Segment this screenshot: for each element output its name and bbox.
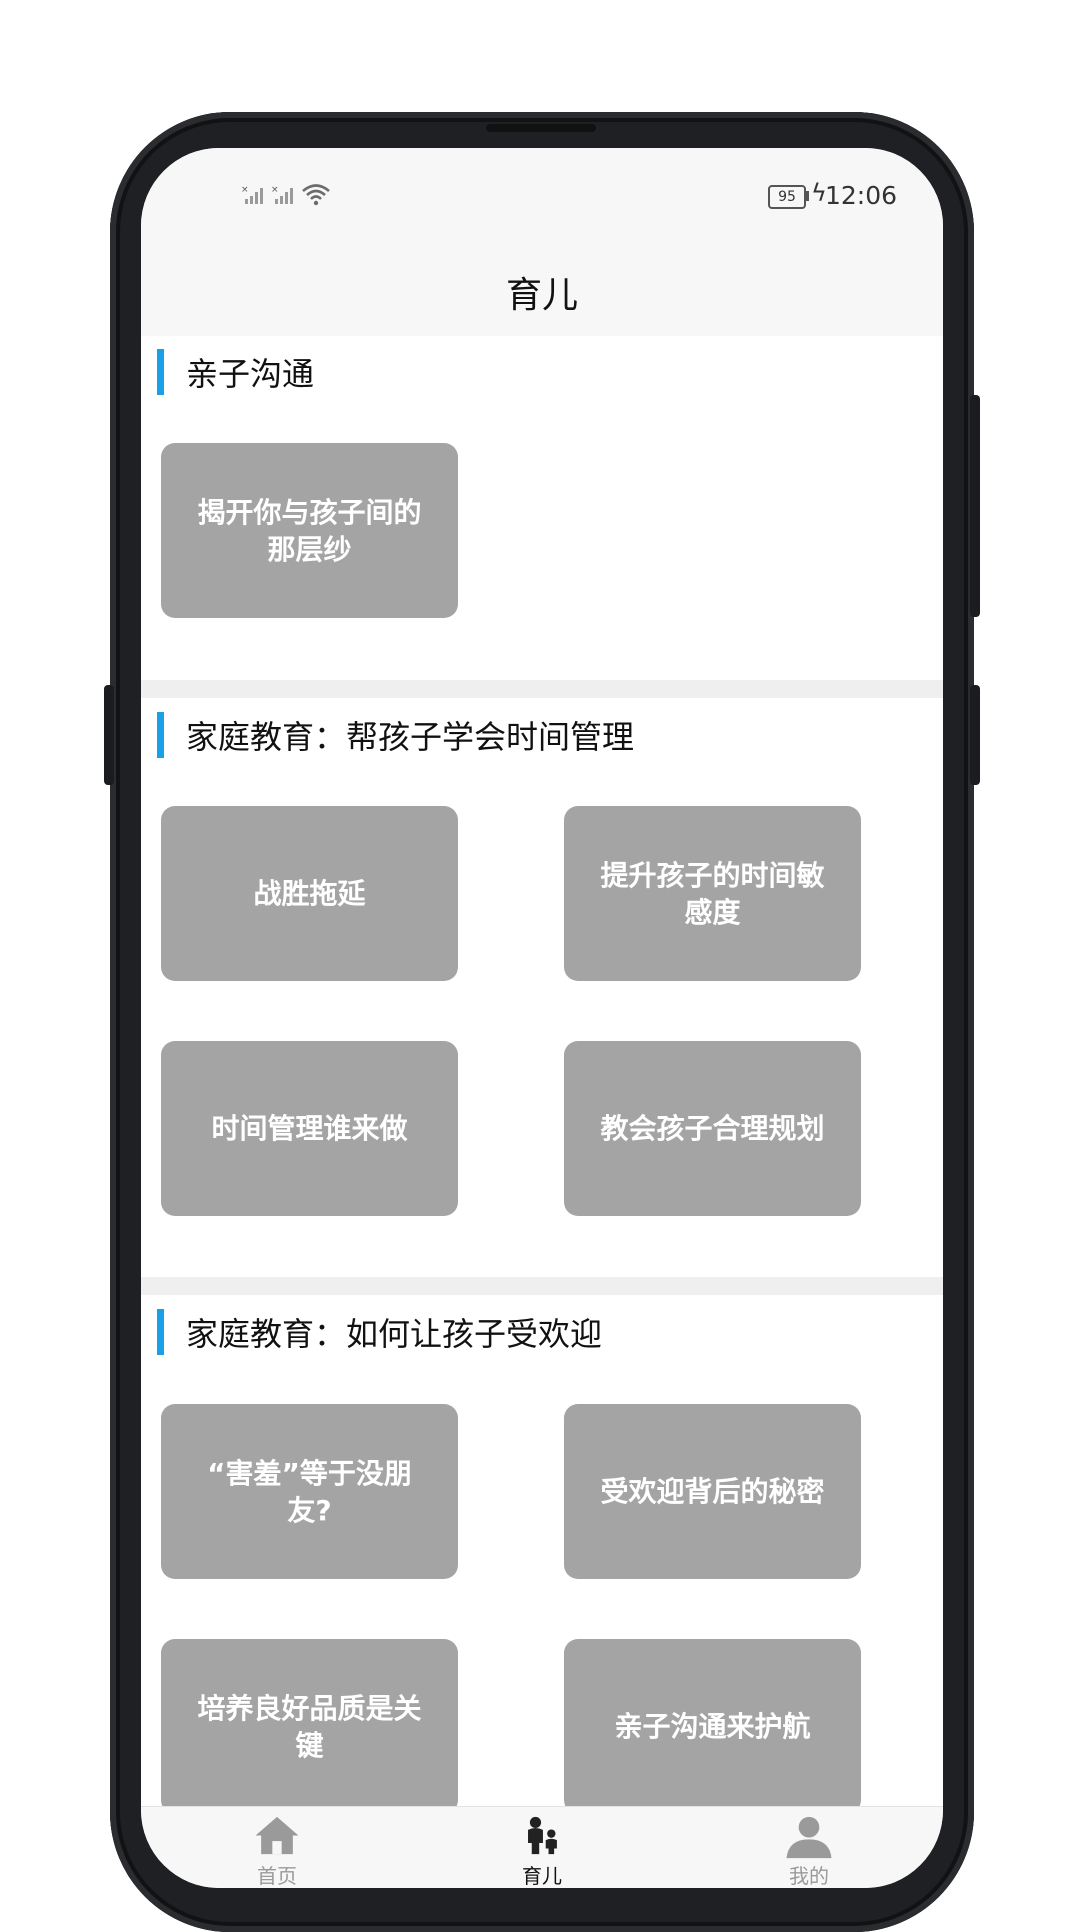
battery-icon: 95 xyxy=(768,185,806,209)
phone-screen: × × 95 ϟ 12:06 育儿 亲子沟通 揭开你与孩子间的那层纱 家庭教育：… xyxy=(141,148,943,1888)
home-icon xyxy=(255,1816,299,1855)
content-area[interactable]: 亲子沟通 揭开你与孩子间的那层纱 家庭教育：帮孩子学会时间管理 战胜拖延 提升孩… xyxy=(141,336,943,1806)
user-icon xyxy=(786,1816,832,1859)
page-title: 育儿 xyxy=(505,275,578,316)
section-title: 家庭教育：帮孩子学会时间管理 xyxy=(157,712,634,758)
tab-parenting[interactable]: 育儿 xyxy=(462,1807,622,1888)
wifi-icon xyxy=(302,184,330,206)
volume-button xyxy=(970,395,980,617)
svg-text:×: × xyxy=(241,185,249,195)
status-bar: × × 95 ϟ 12:06 xyxy=(141,148,943,248)
left-button xyxy=(104,685,114,785)
section-divider xyxy=(141,680,943,698)
section-title-text: 家庭教育：如何让孩子受欢迎 xyxy=(186,1315,603,1353)
section-accent-bar xyxy=(157,712,164,758)
section-accent-bar xyxy=(157,349,164,395)
tab-label: 首页 xyxy=(257,1864,297,1888)
section-title-text: 家庭教育：帮孩子学会时间管理 xyxy=(186,718,635,756)
article-card[interactable]: 培养良好品质是关键 xyxy=(161,1639,458,1806)
app-header: 育儿 xyxy=(141,248,943,336)
article-card[interactable]: 提升孩子的时间敏感度 xyxy=(564,806,861,981)
article-card[interactable]: 战胜拖延 xyxy=(161,806,458,981)
section-accent-bar xyxy=(157,1309,164,1355)
parent-child-icon xyxy=(528,1816,557,1855)
article-card[interactable]: “害羞”等于没朋友? xyxy=(161,1404,458,1579)
clock: 12:06 xyxy=(825,181,898,210)
power-button xyxy=(970,685,980,785)
section-title: 家庭教育：如何让孩子受欢迎 xyxy=(157,1309,602,1355)
section-title-text: 亲子沟通 xyxy=(186,355,315,393)
article-card[interactable]: 揭开你与孩子间的那层纱 xyxy=(161,443,458,618)
article-card[interactable]: 受欢迎背后的秘密 xyxy=(564,1404,861,1579)
tab-home[interactable]: 首页 xyxy=(197,1807,357,1888)
signal-icon: × xyxy=(241,185,263,204)
tab-label: 育儿 xyxy=(522,1864,562,1888)
battery-tip xyxy=(806,191,809,201)
tab-mine[interactable]: 我的 xyxy=(729,1807,889,1888)
section-divider xyxy=(141,1277,943,1295)
article-card[interactable]: 时间管理谁来做 xyxy=(161,1041,458,1216)
bottom-tab-bar: 首页 育儿 我的 xyxy=(141,1806,943,1888)
tab-label: 我的 xyxy=(789,1864,829,1888)
phone-speaker xyxy=(486,124,596,132)
article-card[interactable]: 教会孩子合理规划 xyxy=(564,1041,861,1216)
svg-text:×: × xyxy=(271,185,279,195)
section-title: 亲子沟通 xyxy=(157,349,314,395)
signal-icon-2: × xyxy=(271,185,293,204)
article-card[interactable]: 亲子沟通来护航 xyxy=(564,1639,861,1806)
